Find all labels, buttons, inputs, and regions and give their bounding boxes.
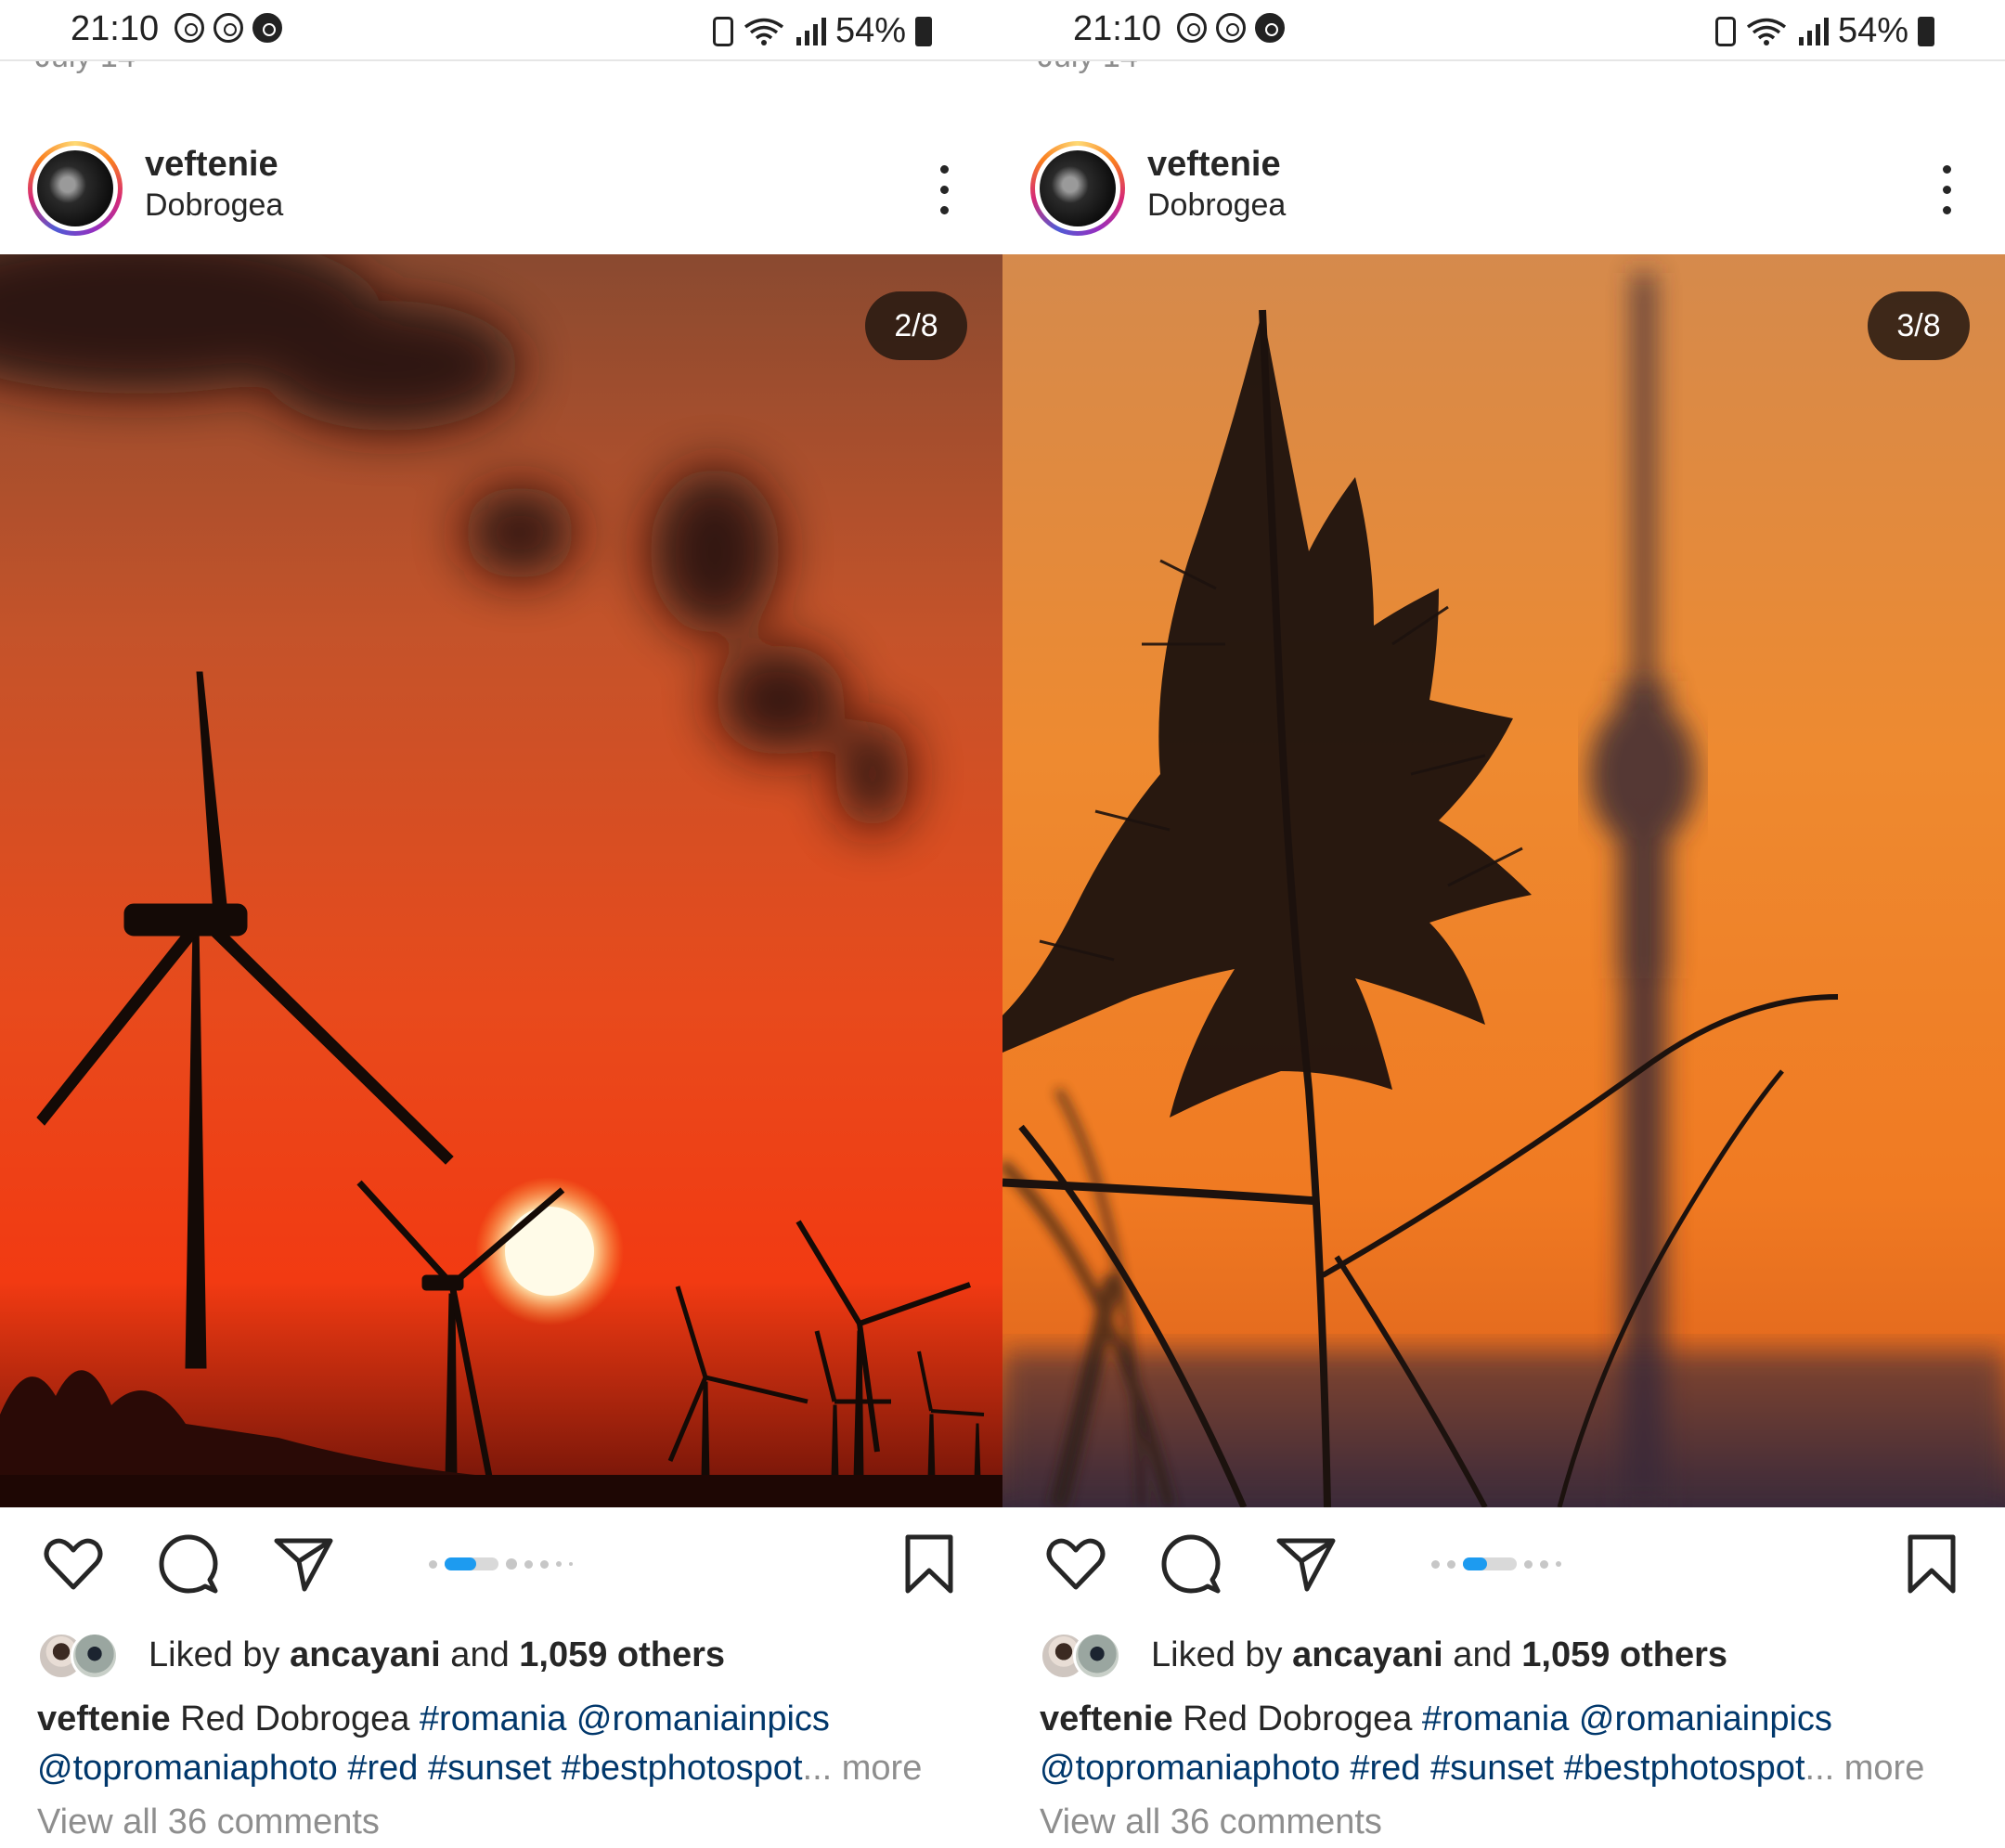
wifi-icon [1746,18,1786,45]
reed-silhouette-image [1002,254,2005,1507]
liker-avatar [1073,1632,1121,1680]
post-photo-wind-turbines[interactable]: 2/8 [0,254,1002,1507]
battery-saver-icon [1714,16,1736,46]
comment-icon[interactable] [156,1531,221,1596]
battery-percent: 54% [1837,11,1908,50]
signal-icon [1798,17,1829,45]
wind-turbines-sunset-image [0,254,1002,1507]
caption-more-link[interactable]: ... more [1805,1749,1925,1788]
view-comments-link[interactable]: View all 36 comments [1040,1803,1382,1842]
post-caption: veftenie Red Dobrogea #romania @romaniai… [1040,1699,1925,1788]
post-caption: veftenie Red Dobrogea #romania @romaniai… [37,1699,923,1788]
caption-username[interactable]: veftenie [1040,1699,1173,1738]
post-screen-right: 21:10 54% July 14 [1002,0,2005,1848]
likes-count[interactable]: 1,059 others [1521,1635,1727,1674]
shazam-icon [252,13,282,43]
post-username[interactable]: veftenie [145,145,278,185]
status-time: 21:10 [1073,9,1162,48]
hashtag-link[interactable]: #red [1350,1749,1420,1788]
carousel-counter: 2/8 [865,291,967,360]
hashtag-link[interactable]: #romania [1422,1699,1569,1738]
battery-percent: 54% [834,11,906,50]
mention-link[interactable]: @romaniainpics [1579,1699,1832,1738]
story-ring[interactable] [28,141,123,236]
mention-link[interactable]: @topromaniaphoto [1040,1749,1340,1788]
status-time: 21:10 [71,9,160,48]
avatar[interactable] [37,150,113,226]
wifi-icon [744,18,783,45]
liker-username[interactable]: ancayani [290,1635,441,1674]
liker-username[interactable]: ancayani [1292,1635,1443,1674]
hashtag-link[interactable]: #bestphotospot [562,1749,803,1788]
post-username[interactable]: veftenie [1147,145,1281,185]
post-actions [0,1522,1002,1606]
status-divider [1002,59,2005,61]
share-icon[interactable] [271,1531,336,1596]
hashtag-link[interactable]: #bestphotospot [1564,1749,1805,1788]
hashtag-link[interactable]: #sunset [428,1749,551,1788]
post-location[interactable]: Dobrogea [1147,187,1286,224]
post-location[interactable]: Dobrogea [145,187,283,224]
more-options-icon[interactable] [930,163,958,217]
story-ring[interactable] [1030,141,1125,236]
carousel-indicator [1431,1557,1561,1571]
sync-icon [213,13,243,43]
nfc-icon [175,13,204,43]
shazam-icon [1255,13,1285,43]
mention-link[interactable]: @romaniainpics [576,1699,830,1738]
post-header: veftenie Dobrogea [0,130,1002,251]
comment-icon[interactable] [1158,1531,1223,1596]
battery-saver-icon [712,16,733,46]
bookmark-icon[interactable] [897,1531,962,1596]
post-screen-left: 21:10 54% July 14 [0,0,1002,1848]
hashtag-link[interactable]: #red [347,1749,418,1788]
status-divider [0,59,1002,61]
liker-avatar [71,1632,119,1680]
more-options-icon[interactable] [1933,163,1960,217]
post-header: veftenie Dobrogea [1002,130,2005,251]
sync-icon [1216,13,1246,43]
hashtag-link[interactable]: #sunset [1430,1749,1554,1788]
likes-count[interactable]: 1,059 others [519,1635,725,1674]
avatar[interactable] [1040,150,1116,226]
post-actions [1002,1522,2005,1606]
likes-row[interactable]: Liked by ancayani and 1,059 others [37,1630,984,1682]
nfc-icon [1177,13,1207,43]
caption-more-link[interactable]: ... more [803,1749,923,1788]
mention-link[interactable]: @topromaniaphoto [37,1749,338,1788]
heart-icon[interactable] [1043,1531,1108,1596]
signal-icon [796,17,826,45]
post-photo-reed-tower[interactable]: 3/8 [1002,254,2005,1507]
hashtag-link[interactable]: #romania [420,1699,566,1738]
share-icon[interactable] [1274,1531,1339,1596]
battery-icon [1918,16,1934,46]
battery-icon [915,16,932,46]
carousel-indicator [429,1557,573,1571]
view-comments-link[interactable]: View all 36 comments [37,1803,380,1842]
heart-icon[interactable] [41,1531,106,1596]
status-bar: 21:10 54% [1002,0,2005,59]
caption-username[interactable]: veftenie [37,1699,171,1738]
status-bar: 21:10 54% [0,0,1002,59]
likes-row[interactable]: Liked by ancayani and 1,059 others [1040,1630,1986,1682]
bookmark-icon[interactable] [1899,1531,1964,1596]
carousel-counter: 3/8 [1868,291,1970,360]
